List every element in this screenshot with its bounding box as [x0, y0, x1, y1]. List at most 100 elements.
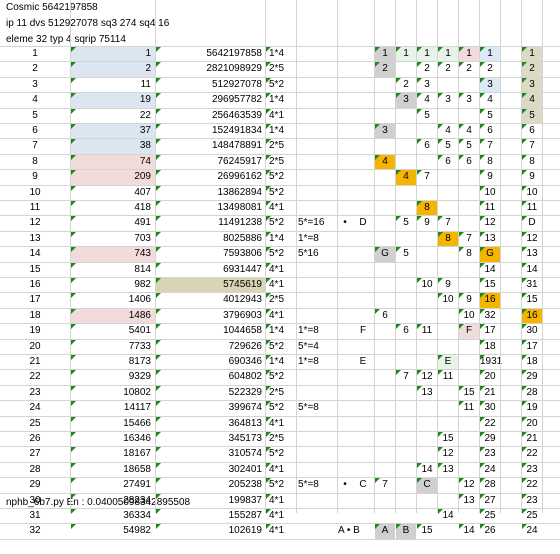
cell-seq[interactable]: 2	[522, 61, 542, 78]
cell-seq[interactable]	[459, 108, 479, 124]
cell-seq[interactable]: 24	[480, 461, 500, 478]
cell-b[interactable]: 491	[71, 215, 155, 231]
row-number[interactable]: 11	[0, 200, 70, 216]
cell-seq[interactable]	[375, 446, 395, 462]
cell-e[interactable]: 1*=8	[297, 354, 337, 370]
cell-f[interactable]	[338, 138, 352, 154]
cell-seq[interactable]: 11	[480, 200, 500, 216]
cell-b[interactable]: 5401	[71, 323, 155, 339]
cell-c[interactable]: 13498081	[156, 200, 265, 216]
row-number[interactable]: 9	[0, 169, 70, 185]
cell-c[interactable]: 302401	[156, 461, 265, 478]
cell-g[interactable]: F	[353, 323, 373, 339]
cell-f[interactable]	[338, 169, 352, 185]
cell-c[interactable]: 26996162	[156, 169, 265, 185]
cell-seq[interactable]	[417, 231, 437, 247]
cell-seq[interactable]: 10	[417, 277, 437, 293]
cell-b[interactable]: 1	[71, 46, 155, 62]
cell-d[interactable]: 1*4	[266, 323, 296, 339]
cell-seq[interactable]	[396, 462, 416, 478]
cell-seq[interactable]	[396, 108, 416, 124]
cell-e[interactable]	[297, 369, 337, 385]
cell-g[interactable]	[353, 92, 373, 108]
cell-seq[interactable]: 20	[522, 415, 542, 432]
cell-g[interactable]: E	[353, 354, 373, 370]
cell-d[interactable]: 5*2	[266, 369, 296, 385]
cell-seq[interactable]: 5	[396, 215, 416, 231]
cell-seq[interactable]	[459, 446, 479, 462]
cell-seq[interactable]: 1	[522, 46, 542, 62]
cell-seq[interactable]: 19	[522, 400, 542, 416]
cell-f[interactable]	[338, 493, 352, 509]
cell-f[interactable]	[338, 339, 352, 355]
cell-seq[interactable]: 29	[480, 431, 500, 447]
cell-d[interactable]: 5*2	[266, 215, 296, 231]
cell-seq[interactable]	[438, 262, 458, 278]
cell-seq[interactable]: B	[396, 523, 416, 540]
cell-seq[interactable]: 2	[459, 61, 479, 77]
cell-f[interactable]: •	[338, 477, 352, 493]
cell-g[interactable]	[353, 46, 373, 62]
cell-seq[interactable]: 14	[522, 261, 542, 278]
cell-seq[interactable]: 9	[438, 277, 458, 293]
cell-seq[interactable]	[375, 215, 395, 231]
cell-c[interactable]: 11491238	[156, 215, 265, 231]
cell-seq[interactable]	[438, 169, 458, 185]
cell-seq[interactable]: 4	[417, 92, 437, 108]
cell-d[interactable]: 1*4	[266, 46, 296, 62]
cell-c[interactable]: 148478891	[156, 138, 265, 154]
cell-f[interactable]	[338, 292, 352, 308]
cell-seq[interactable]	[417, 123, 437, 139]
cell-c[interactable]: 310574	[156, 446, 265, 462]
row-number[interactable]: 6	[0, 123, 70, 139]
cell-seq[interactable]	[396, 200, 416, 216]
row-number[interactable]: 26	[0, 431, 70, 447]
cell-seq[interactable]	[375, 92, 395, 108]
cell-b[interactable]: 1486	[71, 307, 155, 324]
cell-seq[interactable]: 4	[375, 153, 395, 170]
cell-seq[interactable]: 2	[396, 76, 416, 93]
cell-seq[interactable]: 30	[522, 323, 542, 339]
cell-seq[interactable]: 2	[438, 61, 458, 77]
cell-c[interactable]: 205238	[156, 477, 265, 493]
cell-c[interactable]: 256463539	[156, 107, 265, 124]
cell-seq[interactable]	[438, 108, 458, 124]
cell-seq[interactable]	[459, 277, 479, 293]
cell-b[interactable]: 19	[71, 92, 155, 109]
cell-seq[interactable]	[375, 431, 395, 447]
row-number[interactable]: 19	[0, 323, 70, 339]
cell-d[interactable]: 2*5	[266, 431, 296, 447]
cell-b[interactable]: 27491	[71, 477, 155, 493]
cell-seq[interactable]: 13	[459, 492, 479, 509]
cell-seq[interactable]: C	[417, 477, 437, 494]
cell-seq[interactable]	[417, 262, 437, 278]
cell-g[interactable]	[353, 493, 373, 509]
cell-g[interactable]	[353, 61, 373, 77]
cell-seq[interactable]: 22	[522, 477, 542, 493]
cell-seq[interactable]	[438, 416, 458, 432]
cell-seq[interactable]: 10	[459, 307, 479, 324]
cell-seq[interactable]	[396, 154, 416, 170]
cell-f[interactable]	[338, 277, 352, 293]
cell-seq[interactable]: 2	[480, 61, 500, 77]
cell-seq[interactable]: 13	[438, 461, 458, 478]
cell-seq[interactable]	[396, 185, 416, 201]
cell-e[interactable]	[297, 508, 337, 524]
cell-b[interactable]: 15466	[71, 415, 155, 432]
cell-seq[interactable]: 23	[522, 461, 542, 478]
cell-d[interactable]: 2*5	[266, 153, 296, 170]
cell-b[interactable]: 407	[71, 184, 155, 201]
cell-seq[interactable]: 2	[417, 61, 437, 77]
cell-seq[interactable]	[417, 339, 437, 355]
cell-d[interactable]: 5*2	[266, 246, 296, 262]
row-number[interactable]: 27	[0, 446, 70, 462]
cell-b[interactable]: 11	[71, 76, 155, 93]
cell-c[interactable]: 8025886	[156, 230, 265, 247]
cell-seq[interactable]	[459, 77, 479, 93]
cell-b[interactable]: 18167	[71, 446, 155, 462]
header-line-1[interactable]: Cosmic 5642197858	[6, 0, 406, 16]
cell-f[interactable]	[338, 416, 352, 432]
cell-seq[interactable]	[459, 354, 479, 370]
cell-e[interactable]: 5*=4	[297, 339, 337, 355]
row-number[interactable]: 14	[0, 246, 70, 262]
